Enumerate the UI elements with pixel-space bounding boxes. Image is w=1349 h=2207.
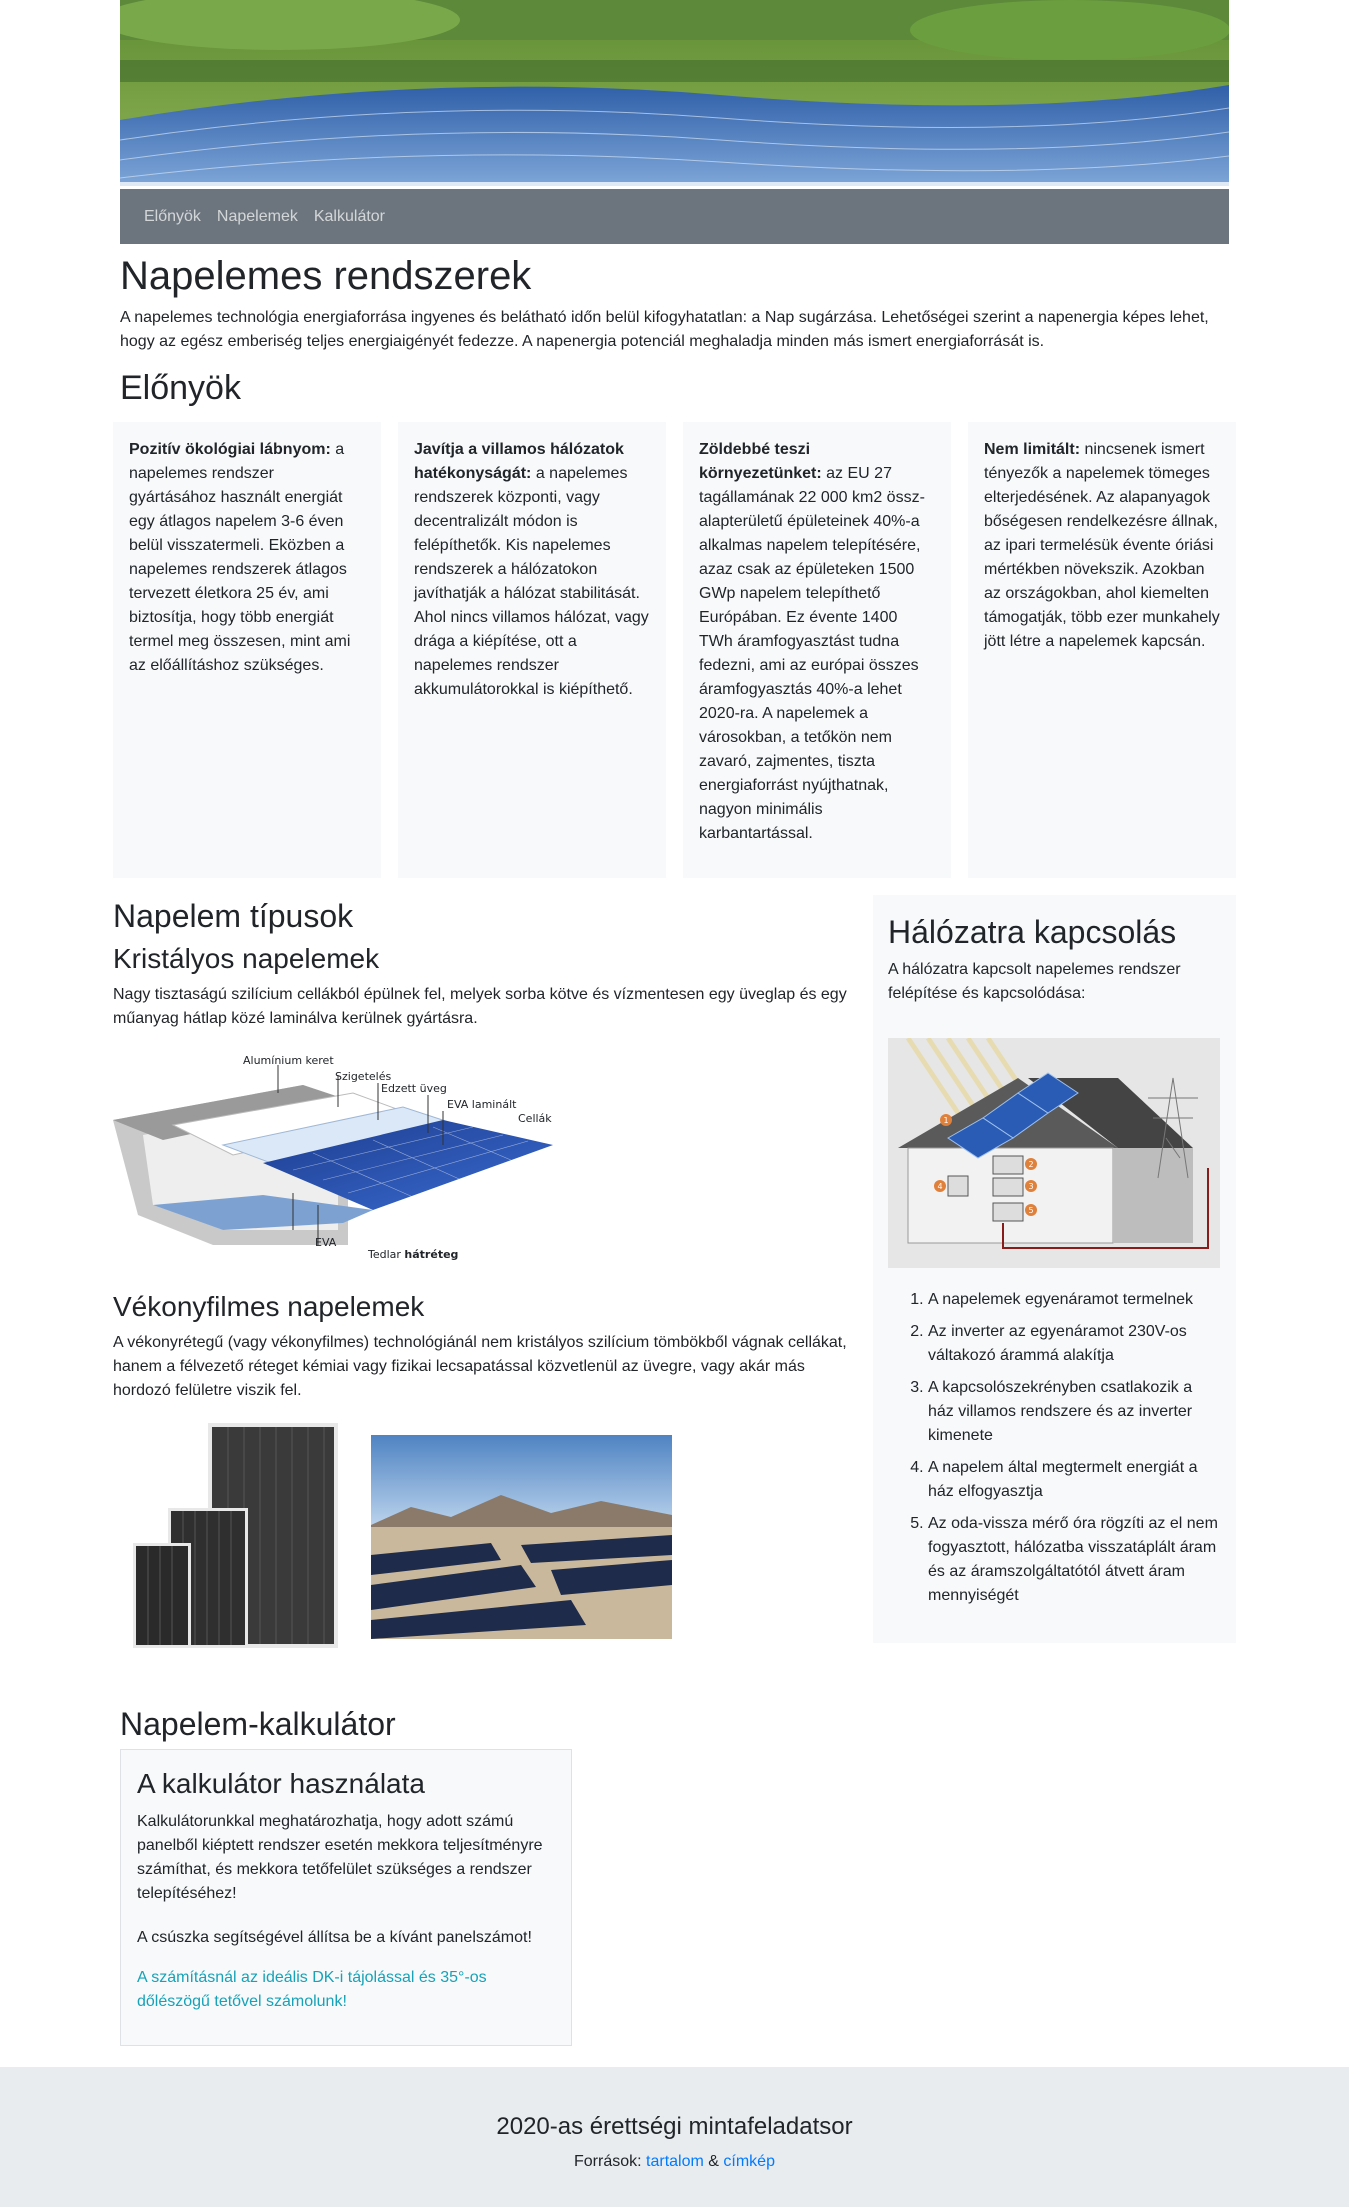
thin-text: A vékonyrétegű (vagy vékonyfilmes) techn… — [113, 1334, 847, 1399]
grid-steps-list: A napelemek egyenáramot termelnek Az inv… — [888, 1288, 1218, 1616]
calculator-p3: A számításnál az ideális DK-i tájolással… — [137, 1969, 487, 2010]
diagram-label: EVA — [315, 1236, 337, 1249]
thin-panels-image — [128, 1423, 343, 1653]
footer-title: 2020-as érettségi mintafeladatsor — [496, 2113, 853, 2140]
marker-label: 4 — [937, 1182, 942, 1191]
page-title: Napelemes rendszerek — [120, 254, 532, 298]
sources-label: Források: — [574, 2152, 642, 2170]
advantage-card: Nem limitált: nincsenek ismert tényezők … — [968, 422, 1236, 878]
grid-text: A hálózatra kapcsolt napelemes rendszer … — [888, 961, 1181, 1002]
intro-text: A napelemes technológia energiaforrása i… — [120, 309, 1209, 350]
grid-diagram: 1 2 3 4 5 — [888, 1036, 1220, 1268]
sources-ampersand: & — [708, 2152, 719, 2170]
crystal-heading: Kristályos napelemek — [113, 943, 380, 974]
advantage-text: a napelemes rendszer gyártásához használ… — [129, 441, 351, 674]
crystal-text: Nagy tisztaságú szilícium cellákból épül… — [113, 986, 847, 1027]
list-item: A kapcsolószekrényben csatlakozik a ház … — [928, 1376, 1218, 1448]
diagram-label: EVA laminált — [447, 1098, 517, 1111]
nav-item-elonyok[interactable]: Előnyök — [144, 205, 201, 229]
solar-farm-photo — [371, 1435, 672, 1639]
nav-item-kalkulator[interactable]: Kalkulátor — [314, 205, 385, 229]
crystal-panel-diagram: Alumínium keret Szigetelés Edzett üveg E… — [113, 1045, 563, 1265]
thin-heading: Vékonyfilmes napelemek — [113, 1291, 425, 1322]
footer: 2020-as érettségi mintafeladatsor Forrás… — [0, 2067, 1349, 2207]
types-heading: Napelem típusok — [113, 898, 354, 934]
footer-sources: Források: tartalom & címkép — [0, 2150, 1349, 2174]
marker-label: 5 — [1028, 1206, 1033, 1215]
diagram-label: Alumínium keret — [243, 1054, 334, 1067]
calculator-p2: A csúszka segítségével állítsa be a kívá… — [137, 1929, 532, 1946]
nav-item-napelemek[interactable]: Napelemek — [217, 205, 298, 229]
diagram-label: Tedlar hátréteg — [368, 1248, 459, 1261]
advantage-title: Nem limitált: — [984, 441, 1081, 458]
hero-image — [120, 0, 1229, 186]
calculator-card-title: A kalkulátor használata — [137, 1768, 425, 1799]
grid-heading: Hálózatra kapcsolás — [888, 914, 1177, 950]
marker-label: 2 — [1028, 1160, 1033, 1169]
list-item: A napelemek egyenáramot termelnek — [928, 1288, 1218, 1312]
navbar: Előnyök Napelemek Kalkulátor — [120, 189, 1229, 244]
advantages-heading: Előnyök — [120, 369, 241, 407]
advantage-text: az EU 27 tagállamának 22 000 km2 össz-al… — [699, 465, 925, 842]
list-item: Az oda-vissza mérő óra rögzíti az el nem… — [928, 1512, 1218, 1608]
advantage-text: a napelemes rendszerek központi, vagy de… — [414, 465, 649, 698]
diagram-label: Edzett üveg — [381, 1082, 447, 1095]
advantage-card: Javítja a villamos hálózatok hatékonyság… — [398, 422, 666, 878]
calculator-p1: Kalkulátorunkkal meghatározhatja, hogy a… — [137, 1813, 543, 1902]
advantage-title: Pozitív ökológiai lábnyom: — [129, 441, 331, 458]
source-link-tartalom[interactable]: tartalom — [646, 2153, 704, 2170]
marker-label: 1 — [943, 1116, 948, 1125]
list-item: Az inverter az egyenáramot 230V-os válta… — [928, 1320, 1218, 1368]
diagram-label: Cellák — [518, 1112, 552, 1125]
advantage-title: Zöldebbé teszi környezetünket: — [699, 441, 822, 482]
advantage-card: Zöldebbé teszi környezetünket: az EU 27 … — [683, 422, 951, 878]
marker-label: 3 — [1028, 1182, 1033, 1191]
advantage-card: Pozitív ökológiai lábnyom: a napelemes r… — [113, 422, 381, 878]
advantage-text: nincsenek ismert tényezők a napelemek tö… — [984, 441, 1220, 650]
calculator-heading: Napelem-kalkulátor — [120, 1706, 396, 1742]
list-item: A napelem által megtermelt energiát a há… — [928, 1456, 1218, 1504]
source-link-cimkep[interactable]: címkép — [723, 2153, 775, 2170]
